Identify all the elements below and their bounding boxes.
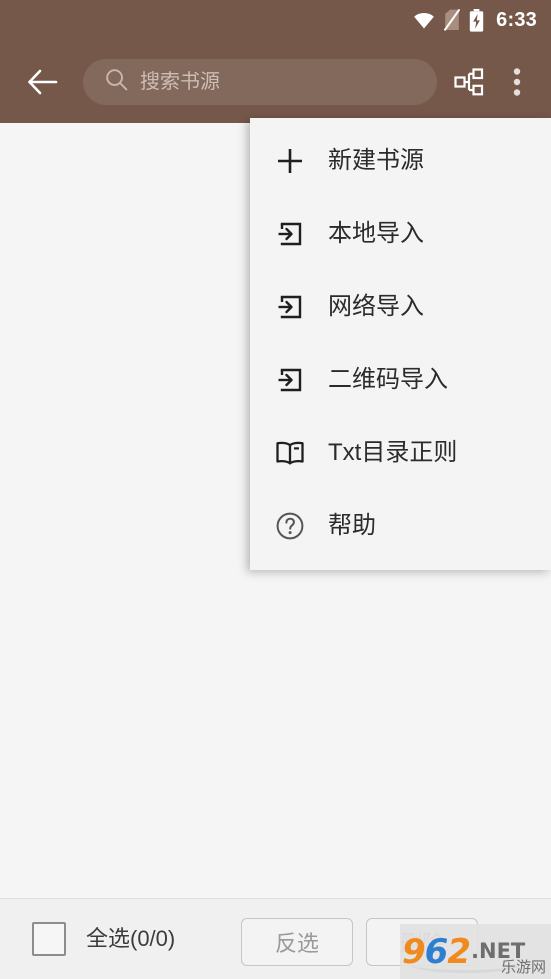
app-bar: 搜索书源 (0, 40, 551, 123)
overflow-dropdown-menu: 新建书源 本地导入 网络导入 二维码导入 Txt目录正则 帮助 (250, 118, 551, 570)
menu-item-label: 网络导入 (328, 292, 424, 320)
wifi-icon (413, 11, 435, 29)
menu-item-label: 新建书源 (328, 146, 424, 174)
search-input[interactable]: 搜索书源 (83, 58, 437, 105)
menu-item-network-import[interactable]: 网络导入 (250, 270, 551, 343)
menu-item-txt-toc-rule[interactable]: Txt目录正则 (250, 416, 551, 489)
menu-item-help[interactable]: 帮助 (250, 489, 551, 562)
import-arrow-icon (268, 212, 312, 256)
menu-item-qrcode-import[interactable]: 二维码导入 (250, 343, 551, 416)
open-book-icon (268, 431, 312, 475)
help-circle-icon (268, 504, 312, 548)
menu-item-new-source[interactable]: 新建书源 (250, 124, 551, 197)
menu-item-label: 二维码导入 (328, 365, 448, 393)
menu-item-label: 帮助 (328, 511, 376, 539)
import-arrow-icon (268, 358, 312, 402)
delete-button[interactable]: 删除 (366, 918, 478, 966)
select-all-checkbox[interactable] (32, 922, 66, 956)
plus-icon (268, 139, 312, 183)
search-placeholder: 搜索书源 (140, 70, 220, 93)
status-bar-clock: 6:33 (496, 9, 537, 31)
app-screen: 6:33 搜索书源 新建书源 本地导入 网络导入 二维码导入 Txt目录正则 帮… (0, 0, 551, 979)
menu-item-label: Txt目录正则 (328, 438, 458, 466)
back-button[interactable] (18, 57, 68, 107)
battery-charging-icon (469, 8, 484, 32)
menu-item-local-import[interactable]: 本地导入 (250, 197, 551, 270)
import-arrow-icon (268, 285, 312, 329)
invert-selection-button[interactable]: 反选 (241, 918, 353, 966)
sim-card-off-icon (444, 9, 461, 31)
search-icon (105, 68, 128, 96)
overflow-menu-button[interactable] (493, 57, 541, 107)
status-bar: 6:33 (0, 0, 551, 40)
menu-item-label: 本地导入 (328, 219, 424, 247)
source-group-button[interactable] (445, 57, 493, 107)
select-all-label: 全选(0/0) (86, 926, 176, 951)
